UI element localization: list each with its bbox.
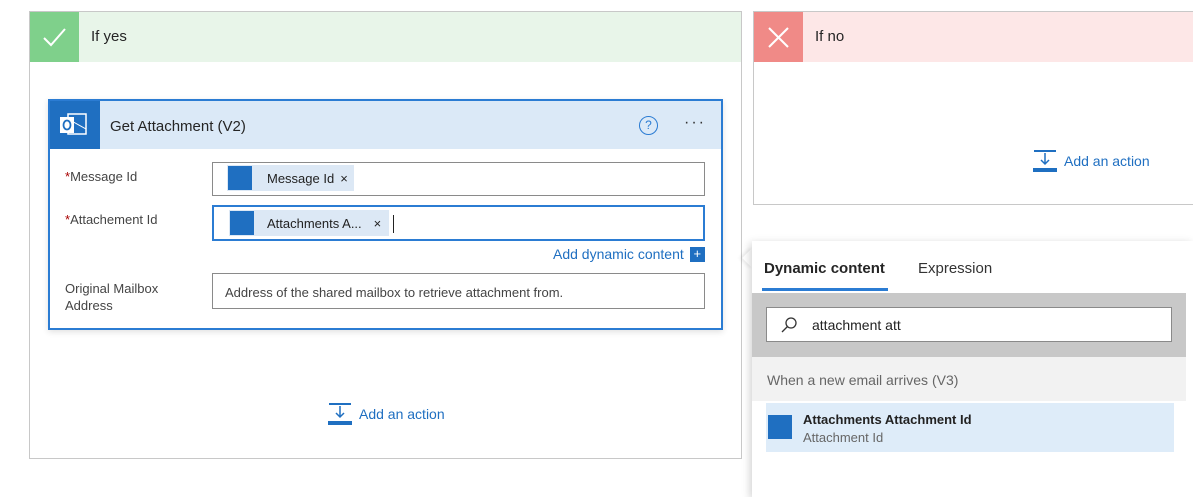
remove-token-icon[interactable]: ×	[340, 171, 348, 186]
message-id-label-text: Message Id	[70, 169, 138, 184]
group-header[interactable]: When a new email arrives (V3)	[752, 357, 1186, 401]
mailbox-placeholder: Address of the shared mailbox to retriev…	[225, 285, 564, 300]
active-tab-indicator	[762, 288, 888, 291]
card-title: Get Attachment (V2)	[110, 118, 246, 135]
attachment-id-label: *Attachement Id	[65, 212, 158, 227]
item-subtitle: Attachment Id	[803, 430, 884, 445]
dynamic-content-panel: Dynamic content Expression attachment at…	[752, 241, 1193, 497]
attachment-id-label-text: Attachement Id	[70, 212, 158, 227]
message-id-label: *Message Id	[65, 169, 137, 184]
text-cursor	[393, 215, 394, 233]
no-add-action-label: Add an action	[1064, 153, 1150, 169]
attachment-id-token-label: Attachments A...	[267, 215, 362, 231]
item-title: Attachments Attachment Id	[803, 412, 972, 427]
tab-expression[interactable]: Expression	[918, 260, 992, 277]
help-icon[interactable]: ?	[639, 116, 658, 135]
add-action-icon	[328, 403, 352, 425]
message-id-token-label: Message Id	[267, 170, 335, 186]
message-id-field[interactable]: Message Id ×	[212, 162, 705, 196]
add-action-icon	[1033, 150, 1057, 172]
plus-icon: +	[689, 246, 705, 262]
search-input[interactable]: attachment att	[766, 307, 1172, 342]
search-bar: attachment att	[752, 293, 1186, 357]
mailbox-label-line2: Address	[65, 298, 113, 313]
attachment-id-token[interactable]: Attachments A... ×	[229, 210, 390, 236]
no-branch: If no Add an action	[753, 11, 1193, 205]
mailbox-label: Original Mailbox Address	[65, 280, 158, 314]
add-dynamic-content-label: Add dynamic content	[553, 246, 684, 262]
outlook-icon	[230, 211, 254, 235]
outlook-icon	[768, 415, 792, 439]
search-icon	[781, 317, 797, 333]
add-dynamic-content-link[interactable]: Add dynamic content +	[553, 246, 705, 262]
card-header[interactable]: Get Attachment (V2) ? ···	[50, 101, 721, 149]
yes-branch-header[interactable]: If yes	[30, 12, 741, 62]
dynamic-content-item[interactable]: Attachments Attachment Id Attachment Id	[766, 403, 1174, 452]
check-icon	[30, 12, 79, 62]
outlook-icon	[50, 101, 100, 149]
remove-token-icon[interactable]: ×	[374, 216, 382, 231]
tab-dynamic-content[interactable]: Dynamic content	[764, 260, 885, 277]
mailbox-label-line1: Original Mailbox	[65, 281, 159, 296]
yes-add-action-button[interactable]: Add an action	[327, 402, 445, 426]
more-options-icon[interactable]: ···	[684, 114, 706, 132]
attachment-id-field[interactable]: Attachments A... ×	[212, 205, 705, 241]
no-branch-title: If no	[815, 28, 845, 45]
close-icon	[754, 12, 803, 62]
search-input-value: attachment att	[812, 317, 901, 333]
yes-add-action-label: Add an action	[359, 406, 445, 422]
get-attachment-card: Get Attachment (V2) ? ··· *Message Id Me…	[48, 99, 723, 330]
group-header-label: When a new email arrives (V3)	[767, 372, 959, 388]
mailbox-field[interactable]: Address of the shared mailbox to retriev…	[212, 273, 705, 309]
no-branch-header[interactable]: If no	[754, 12, 1193, 62]
yes-branch-title: If yes	[91, 28, 127, 45]
outlook-icon	[228, 166, 252, 190]
message-id-token[interactable]: Message Id ×	[227, 165, 354, 191]
no-add-action-button[interactable]: Add an action	[1032, 149, 1150, 173]
